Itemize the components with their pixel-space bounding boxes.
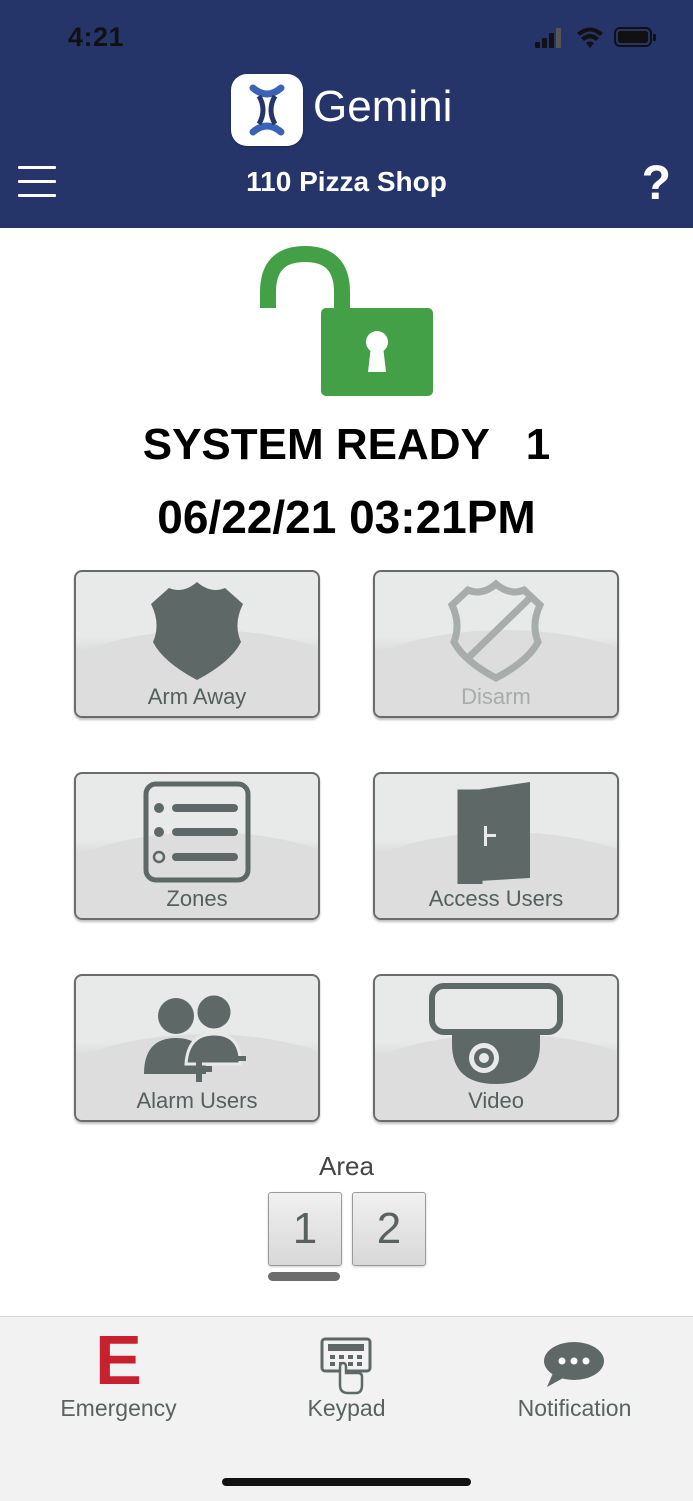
access-users-button[interactable]: Access Users bbox=[373, 772, 619, 920]
wifi-icon bbox=[577, 27, 603, 48]
police-badge-icon bbox=[76, 572, 318, 682]
zones-button[interactable]: Zones bbox=[74, 772, 320, 920]
dome-camera-icon bbox=[375, 976, 617, 1086]
badge-slash-icon bbox=[375, 572, 617, 682]
area-label: Area bbox=[319, 1151, 374, 1181]
alarm-users-button[interactable]: Alarm Users bbox=[74, 974, 320, 1122]
zones-label: Zones bbox=[166, 886, 228, 911]
access-users-label: Access Users bbox=[428, 886, 564, 911]
disarm-label: Disarm bbox=[461, 684, 531, 709]
app-header: 4:21 Gemini 110 Pizza Shop ? bbox=[0, 0, 693, 228]
home-indicator[interactable] bbox=[222, 1478, 471, 1486]
status-bar-icons bbox=[535, 24, 659, 54]
disarm-button[interactable]: Disarm bbox=[373, 570, 619, 718]
system-datetime: 06/22/21 03:21PM bbox=[157, 491, 536, 543]
arm-away-label: Arm Away bbox=[147, 684, 247, 709]
unlocked-padlock-icon bbox=[258, 245, 438, 403]
tab-emergency-label: Emergency bbox=[60, 1395, 177, 1421]
users-add-remove-icon bbox=[76, 976, 318, 1086]
area-1-button[interactable]: 1 bbox=[268, 1192, 342, 1266]
emergency-e-icon: E bbox=[95, 1321, 142, 1399]
cellular-signal-icon bbox=[535, 28, 561, 48]
app-name: Gemini bbox=[313, 82, 453, 131]
list-icon bbox=[76, 774, 318, 884]
door-icon bbox=[375, 774, 617, 884]
tab-keypad[interactable]: Keypad bbox=[231, 1317, 462, 1437]
tab-notification-label: Notification bbox=[517, 1395, 632, 1421]
tab-notification[interactable]: Notification bbox=[459, 1317, 690, 1437]
location-title: 110 Pizza Shop bbox=[246, 166, 447, 197]
tab-emergency[interactable]: E Emergency bbox=[3, 1317, 234, 1437]
arm-away-button[interactable]: Arm Away bbox=[74, 570, 320, 718]
chat-bubble-icon bbox=[544, 1342, 604, 1387]
video-button[interactable]: Video bbox=[373, 974, 619, 1122]
tab-keypad-label: Keypad bbox=[307, 1395, 386, 1421]
selected-area-indicator bbox=[268, 1272, 340, 1281]
gemini-logo bbox=[231, 74, 303, 146]
battery-icon bbox=[614, 27, 656, 47]
status-bar-time: 4:21 bbox=[68, 22, 125, 52]
help-button[interactable]: ? bbox=[642, 156, 671, 211]
keypad-icon bbox=[320, 1337, 372, 1395]
area-2-button[interactable]: 2 bbox=[352, 1192, 426, 1266]
video-label: Video bbox=[468, 1088, 524, 1113]
alarm-users-label: Alarm Users bbox=[136, 1088, 258, 1113]
bottom-tab-bar: E Emergency Keypad Notification bbox=[0, 1316, 693, 1501]
system-status-text: SYSTEM READY 1 bbox=[142, 420, 551, 469]
